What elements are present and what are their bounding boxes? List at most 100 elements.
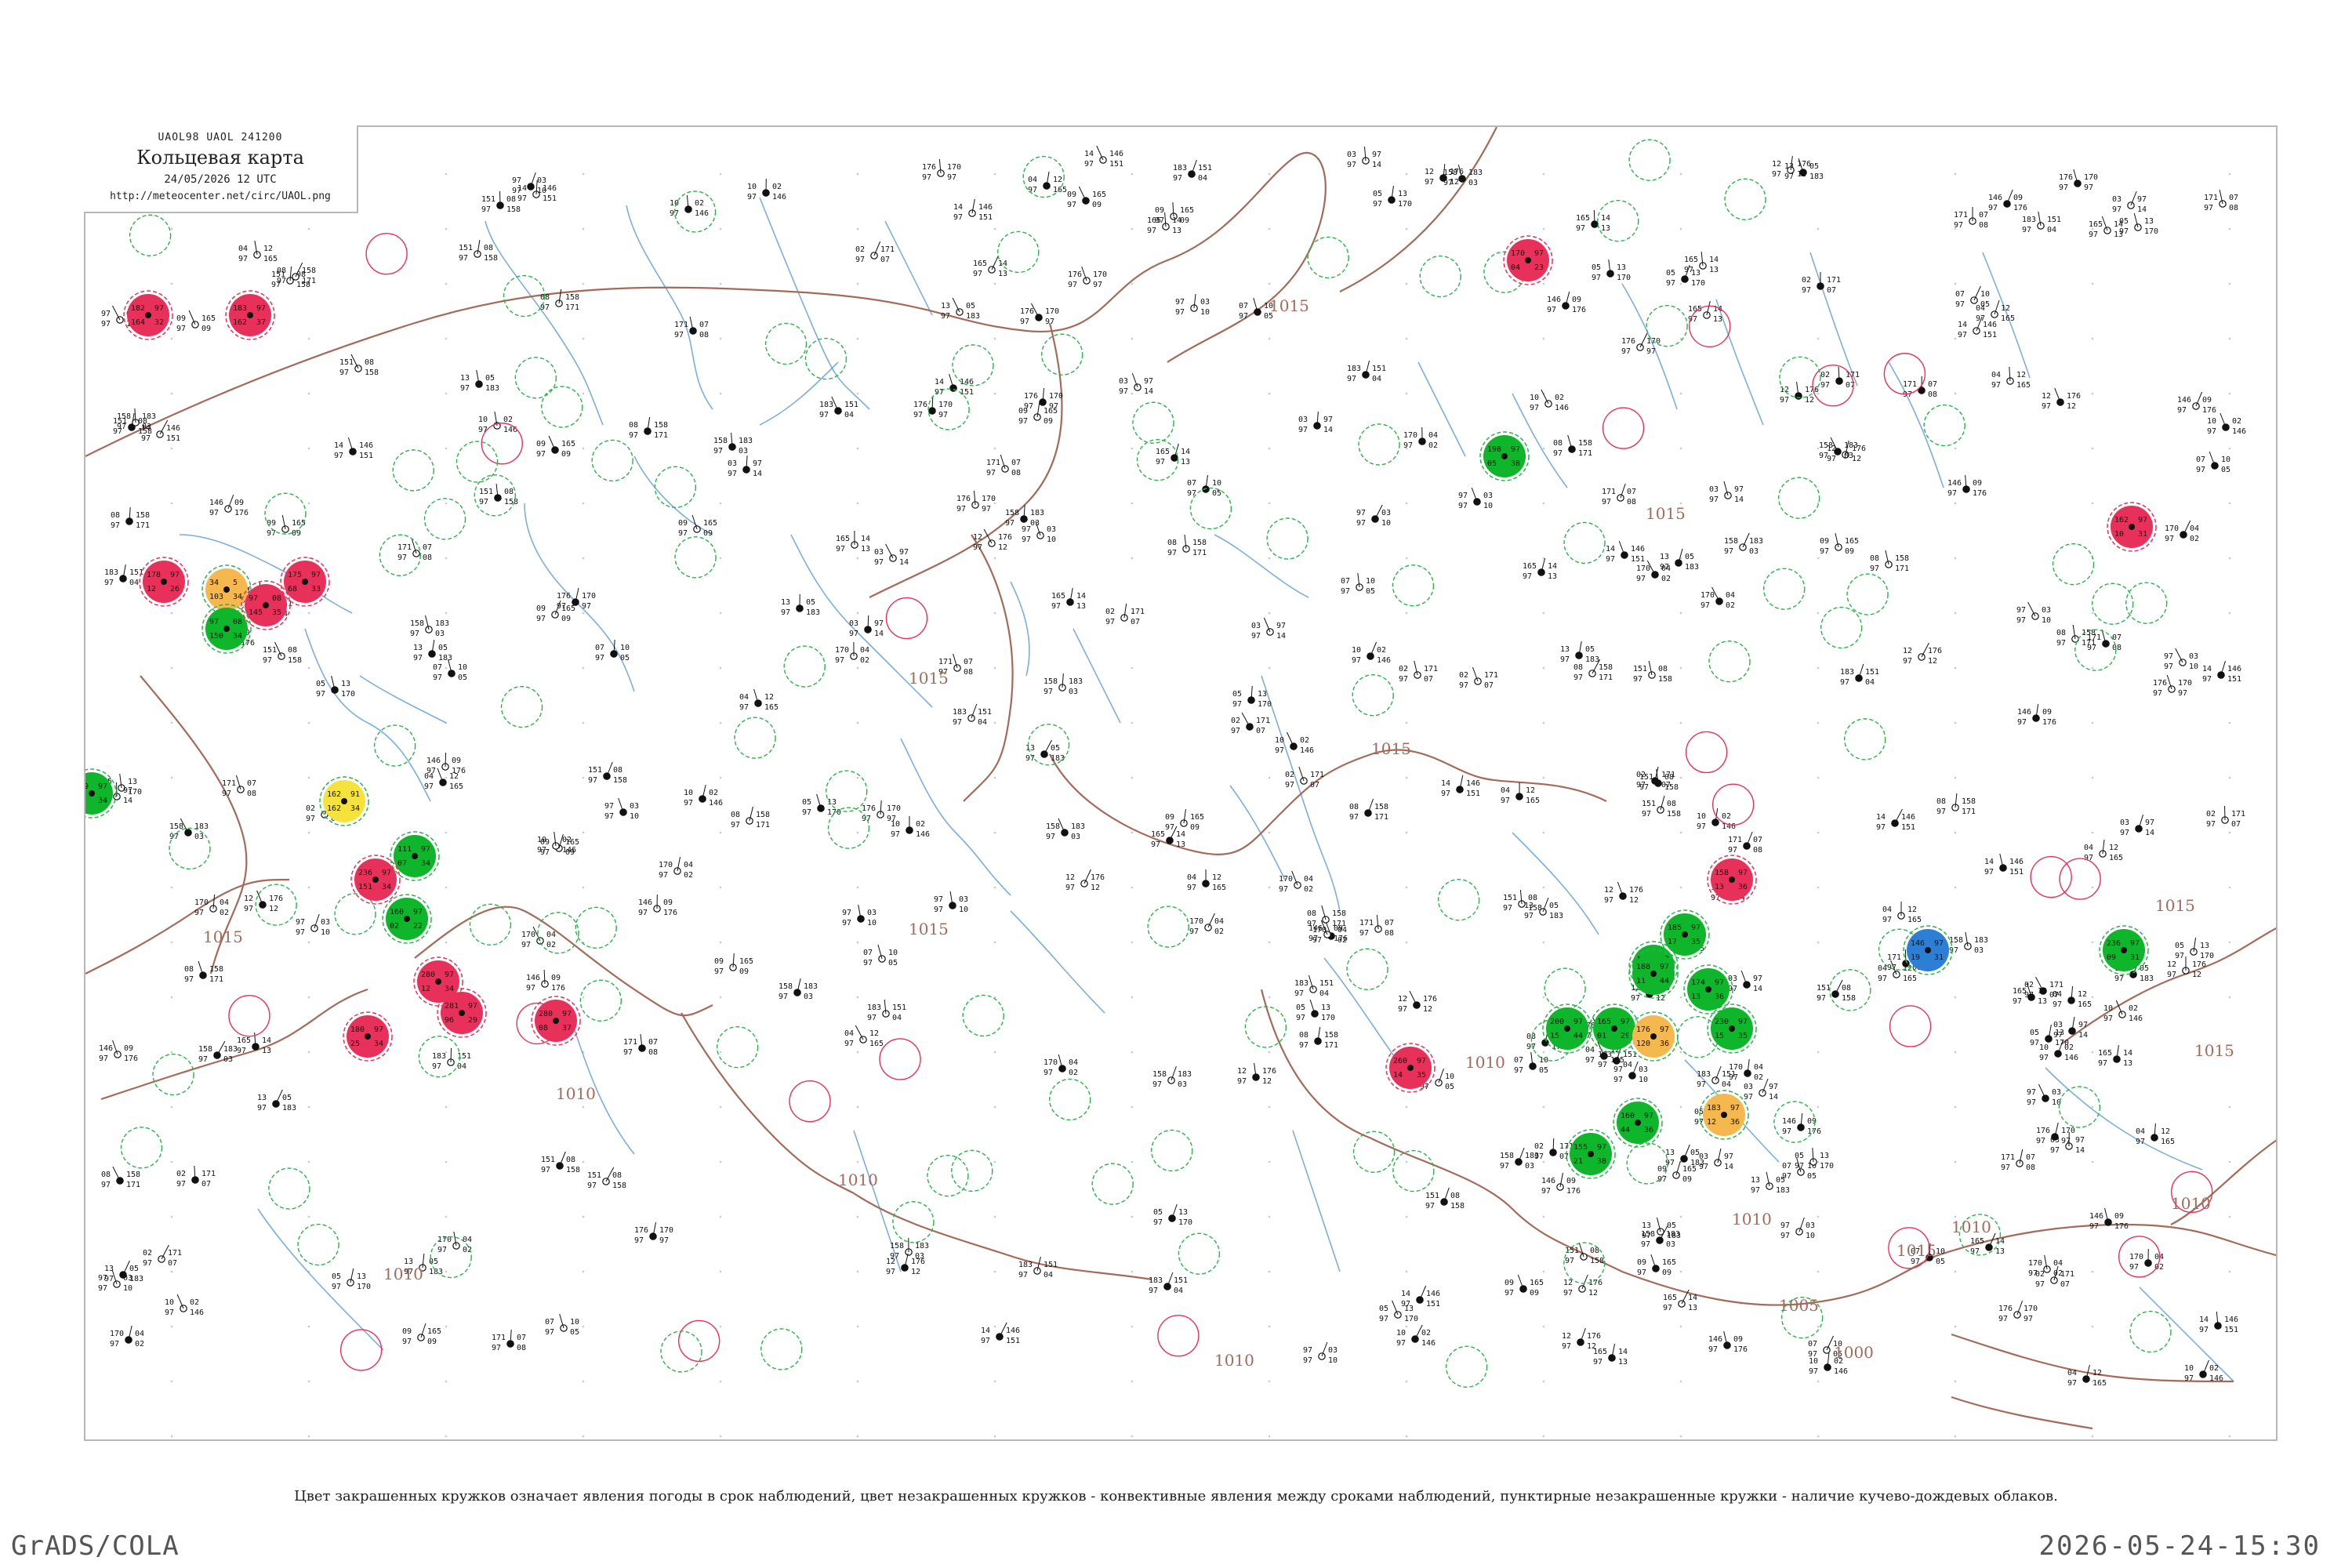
station-value: 44 (1621, 1126, 1630, 1134)
grid-dot (1131, 831, 1134, 834)
cloud-cover-icon (1650, 971, 1657, 977)
grid-dot (1405, 227, 1408, 230)
cumulonimbus-ring (129, 214, 172, 256)
station-value: 158 (1005, 509, 1019, 517)
station-value: 97 (2061, 1137, 2071, 1145)
station-value: 34 (382, 883, 391, 891)
grid-dot (170, 502, 173, 505)
grid-dot (307, 447, 310, 450)
station-value: 08 (504, 488, 514, 496)
station-value: 183 (1776, 1186, 1790, 1195)
grid-dot (1131, 1270, 1134, 1273)
station-value: 97 (426, 767, 436, 775)
grid-dot (993, 337, 996, 340)
station-value: 151 (166, 434, 180, 443)
station-value: 02 (546, 941, 556, 949)
station-value: 97 (1631, 994, 1640, 1003)
station-value: 97 (238, 255, 248, 263)
station-value: 13 (1618, 1358, 1628, 1367)
station-value: 97 (1708, 1345, 1718, 1354)
station-value: 97 (1585, 1056, 1595, 1065)
grid-dot (719, 227, 722, 230)
grid-dot (1405, 337, 1408, 340)
station-value: 158 (1443, 169, 1457, 177)
grid-dot (1542, 502, 1545, 505)
station-value: 170 (194, 898, 209, 907)
grid-dot (582, 996, 585, 999)
station-value: 36 (1715, 993, 1724, 1001)
station-value: 08 (2026, 1163, 2035, 1172)
convective-ring (879, 1038, 921, 1080)
river (1010, 910, 1105, 1014)
grid-dot (307, 721, 310, 724)
station-value: 13 (257, 1094, 267, 1102)
station-value: 02 (772, 183, 782, 191)
station-value: 14 (935, 378, 944, 387)
station-model: 171079708 (674, 316, 709, 339)
station-model: 09 16597 09 (678, 514, 717, 538)
convective-ring (1157, 1314, 1200, 1357)
station-value: 176 (2059, 173, 2073, 182)
station-model: 121769712 (2042, 387, 2081, 411)
station-value: 158 (1724, 537, 1738, 546)
station-model: 97039710 (2164, 648, 2198, 671)
grid-dot (719, 776, 722, 779)
station-value: 05 (1379, 1305, 1388, 1313)
station-value: 171 (126, 1181, 140, 1189)
station-model: 1831519704 (1294, 975, 1334, 998)
grid-dot (1405, 831, 1408, 834)
station-model: 051397170 (1232, 685, 1272, 709)
station-value: 183 (1525, 1152, 1539, 1160)
grid-dot (1542, 1105, 1545, 1109)
map-url[interactable]: http://meteocenter.net/circ/UAOL.png (84, 191, 357, 202)
grid-dot (445, 886, 448, 889)
station-value: 97 (1666, 279, 1675, 288)
station-value: 03 (1639, 1065, 1648, 1074)
cumulonimbus-ring (997, 230, 1040, 274)
convective-ring (1711, 783, 1755, 826)
grid-dot (2091, 831, 2094, 834)
station-value: 04 (129, 579, 139, 587)
station-value: 158 (1842, 994, 1856, 1003)
station-value: 97 (1820, 381, 1830, 390)
station-value: 14 (1769, 1093, 1778, 1102)
station-value: 04 (1044, 1271, 1053, 1279)
station-value: 97 (1298, 426, 1308, 434)
station-model: 09 16597 09 (1018, 402, 1058, 426)
station-value: 146 (1708, 1335, 1722, 1344)
station-model: 021719707 (143, 1244, 182, 1268)
station-model: 165 1497 13 (1593, 1343, 1628, 1367)
station-value: 183 (804, 982, 818, 991)
grid-dot (2228, 337, 2231, 340)
station-model: 158 18397 03 (1152, 1065, 1192, 1089)
station-value: 158 (566, 1166, 580, 1174)
grid-dot (582, 776, 585, 779)
station-value: 97 (1819, 452, 1828, 460)
station-value: 04 (1174, 1287, 1183, 1295)
grid-dot (719, 392, 722, 395)
grid-dot (445, 612, 448, 615)
station-value: 03 (1709, 485, 1719, 494)
station-value: 09 (1973, 479, 1982, 488)
station-model: 97039710 (604, 797, 639, 821)
station-value: 97 (1458, 502, 1468, 510)
station-value: 176 (124, 1054, 138, 1063)
station-value: 09 (1092, 201, 1102, 209)
weather-station-storm: 97 08145 35 (241, 580, 291, 630)
station-value: 13 (1548, 572, 1557, 581)
station-value: 05 (1232, 690, 1242, 699)
station-value: 146 (562, 846, 576, 855)
station-value: 158 (288, 656, 302, 665)
station-value: 158 (410, 619, 424, 628)
station-value: 12 (421, 985, 430, 993)
wind-barb-icon (1742, 532, 1750, 548)
station-value: 97 (1553, 449, 1563, 458)
station-value: 158 (890, 1242, 904, 1250)
station-model: 051397170 (1296, 999, 1335, 1022)
station-value: 171 (986, 459, 1000, 467)
station-model: 07109705 (2196, 451, 2230, 474)
station-model: 170 0497 02 (2165, 520, 2199, 543)
station-value: 158 (1667, 810, 1681, 818)
cloud-cover-icon (341, 798, 347, 804)
river (626, 205, 713, 410)
